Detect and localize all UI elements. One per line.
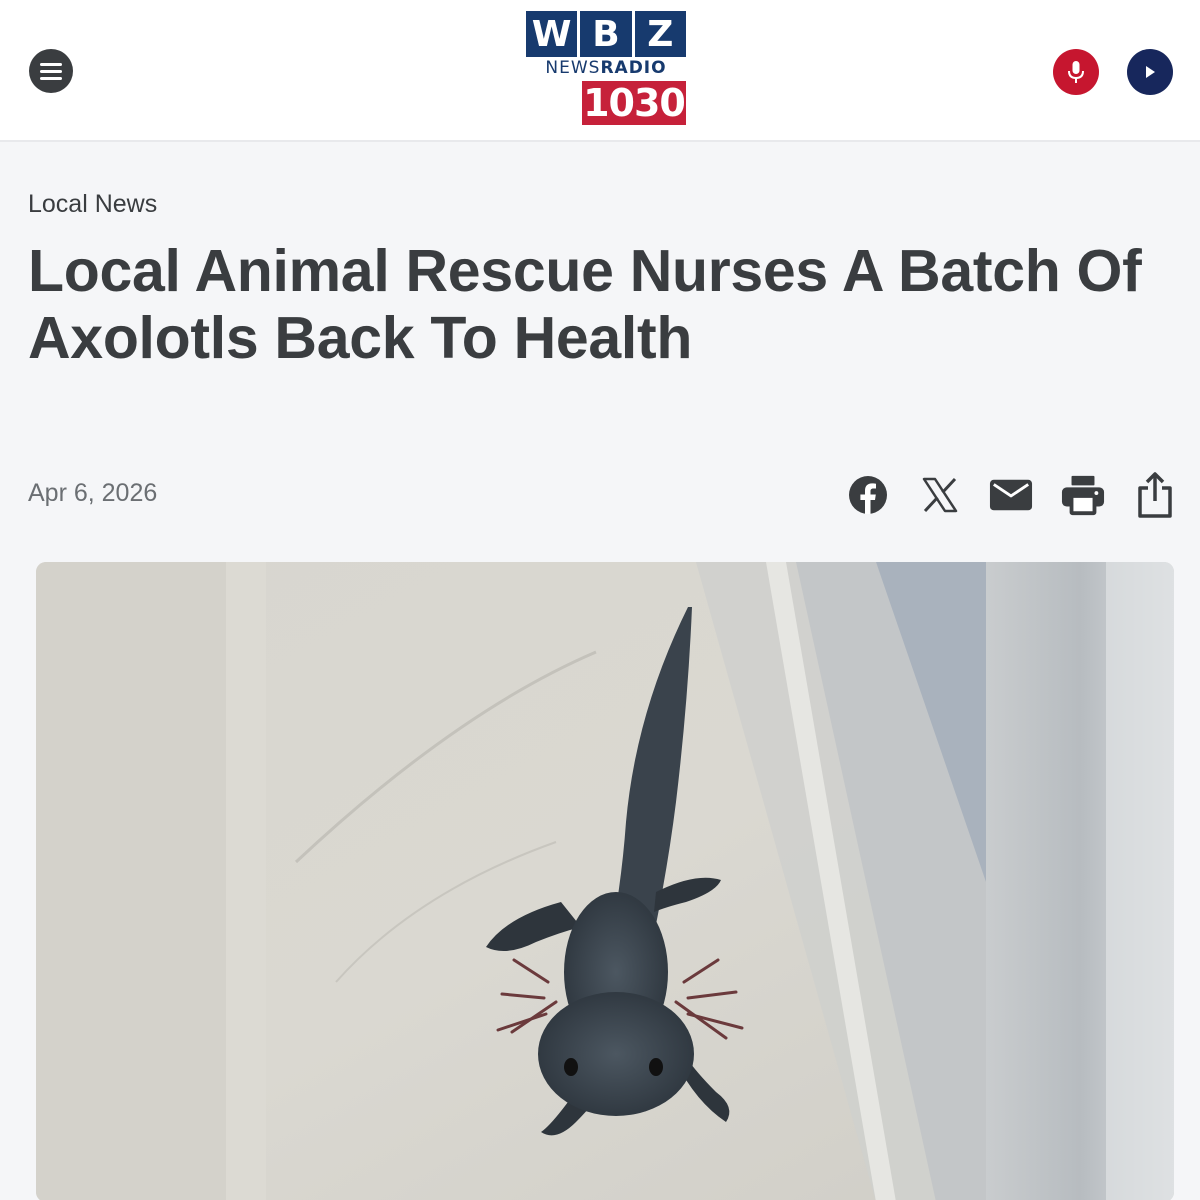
logo-frequency: 1030 xyxy=(582,81,686,125)
share-email-button[interactable] xyxy=(989,472,1033,518)
microphone-icon xyxy=(1068,61,1084,83)
x-icon xyxy=(922,477,958,513)
share-icon xyxy=(1138,472,1172,518)
print-icon xyxy=(1061,475,1105,516)
article-category[interactable]: Local News xyxy=(28,190,157,219)
logo-newsradio: NEWS RADIO xyxy=(545,58,667,78)
site-header: W B Z NEWS RADIO 1030 xyxy=(0,0,1200,142)
article-hero-image[interactable] xyxy=(36,562,1174,1200)
play-icon xyxy=(1146,66,1155,78)
facebook-icon xyxy=(849,476,887,514)
menu-button[interactable] xyxy=(29,49,73,93)
station-logo[interactable]: W B Z NEWS RADIO 1030 xyxy=(526,11,686,125)
logo-call-letters: W B Z xyxy=(526,11,686,57)
microphone-button[interactable] xyxy=(1053,49,1099,95)
article-headline: Local Animal Rescue Nurses A Batch Of Ax… xyxy=(28,238,1142,371)
axolotl-photo xyxy=(36,562,1174,1200)
share-print-button[interactable] xyxy=(1061,472,1105,518)
play-button[interactable] xyxy=(1127,49,1173,95)
share-native-button[interactable] xyxy=(1133,472,1177,518)
article-date: Apr 6, 2026 xyxy=(28,479,158,507)
share-x-button[interactable] xyxy=(918,472,962,518)
email-icon xyxy=(989,479,1033,511)
share-facebook-button[interactable] xyxy=(846,472,890,518)
hamburger-icon xyxy=(40,62,62,66)
